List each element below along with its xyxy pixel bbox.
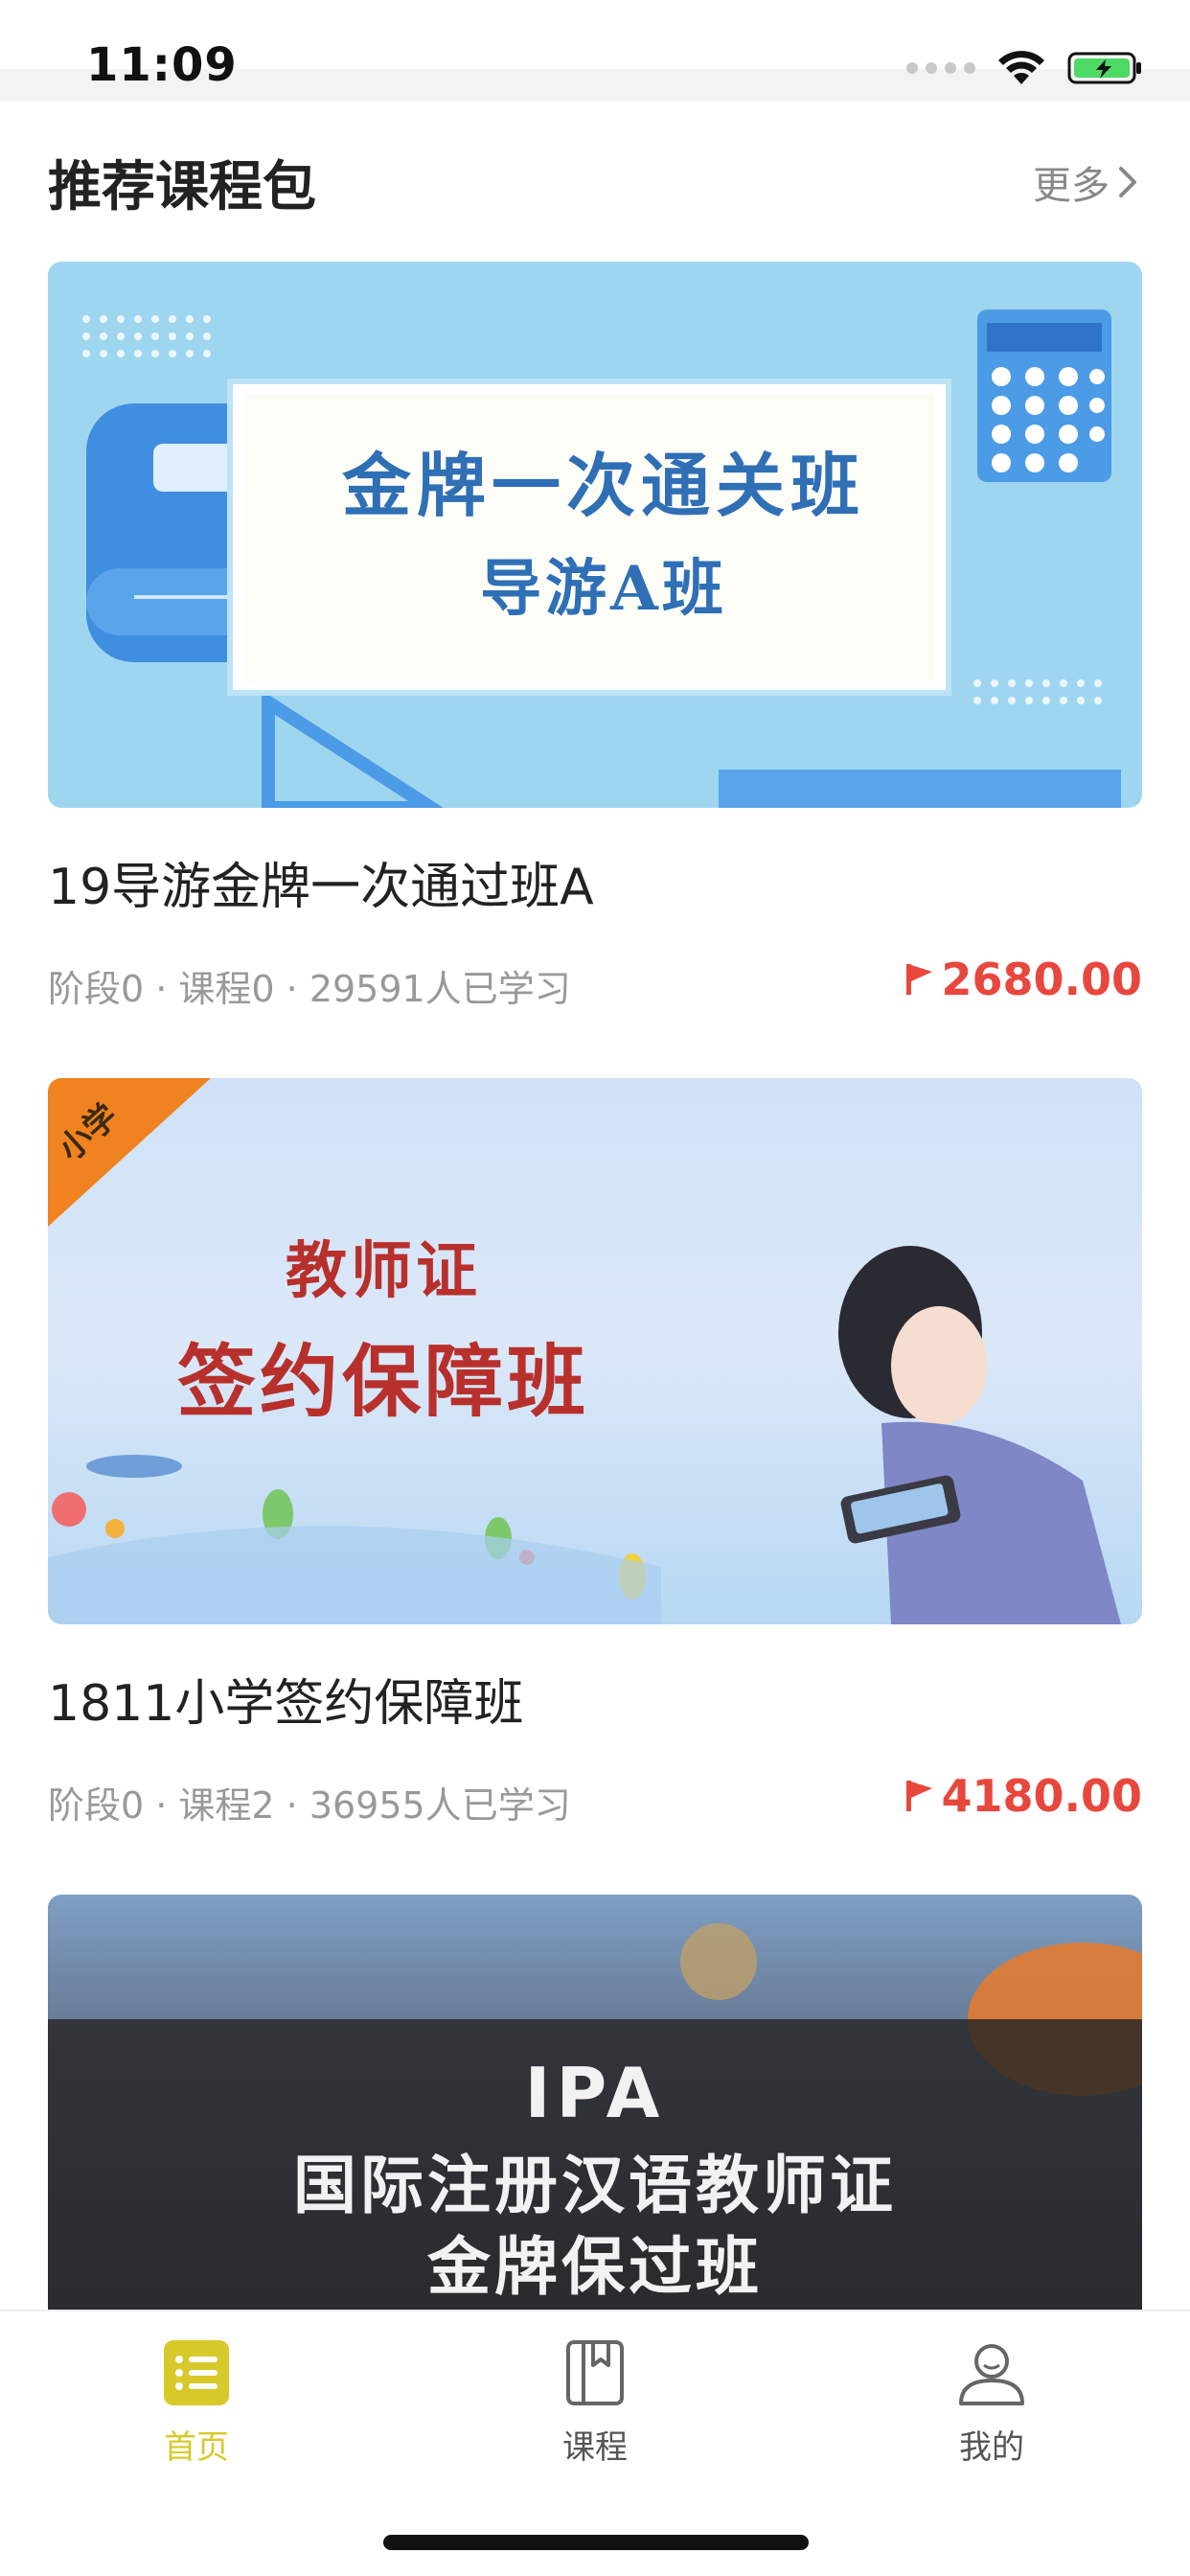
wifi-icon xyxy=(998,51,1044,84)
status-bar: 11:09 xyxy=(0,0,1190,102)
price-value: 2680.00 xyxy=(941,954,1142,1005)
chevron-right-icon xyxy=(1119,167,1136,197)
signal-icon xyxy=(906,62,975,74)
section-title: 推荐课程包 xyxy=(48,155,316,218)
more-label: 更多 xyxy=(1033,164,1110,208)
home-indicator[interactable] xyxy=(383,2535,809,2550)
course-meta: 阶段0 · 课程0 · 29591人已学习 xyxy=(48,968,571,1010)
course-banner[interactable]: 小学 教师证 签约保障班 xyxy=(48,1078,1142,1624)
course-card[interactable]: 金牌一次通关班 导游A班 19导游金牌一次通过班A 阶段0 · 课程0 · 29… xyxy=(48,262,1142,1010)
tab-label: 课程 xyxy=(562,2428,628,2467)
tab-label: 我的 xyxy=(959,2428,1024,2467)
course-banner[interactable]: IPA 国际注册汉语教师证 金牌保过班 xyxy=(48,1895,1142,2335)
course-card[interactable]: IPA 国际注册汉语教师证 金牌保过班 xyxy=(48,1895,1142,2335)
banner-text-3: 金牌保过班 xyxy=(427,2230,763,2304)
home-list-icon xyxy=(164,2340,229,2405)
tab-bar: 首页 课程 我的 xyxy=(0,2310,1190,2576)
course-card[interactable]: 小学 教师证 签约保障班 1811小学签约保障班 阶段0 · 课程2 · 369… xyxy=(48,1078,1142,1827)
banner-text-1: IPA xyxy=(524,2053,666,2133)
course-title[interactable]: 19导游金牌一次通过班A xyxy=(48,846,594,918)
tab-profile[interactable]: 我的 xyxy=(896,2338,1087,2468)
course-title[interactable]: 1811小学签约保障班 xyxy=(48,1663,523,1735)
course-price: 4180.00 xyxy=(903,1770,1142,1822)
banner-text-2: 导游A班 xyxy=(480,553,727,625)
banner-text-2: 国际注册汉语教师证 xyxy=(293,2149,897,2222)
course-price: 2680.00 xyxy=(903,954,1142,1005)
course-meta: 阶段0 · 课程2 · 36955人已学习 xyxy=(48,1784,571,1827)
banner-text-1: 金牌一次通关班 xyxy=(341,445,865,526)
price-flag-icon xyxy=(906,1781,933,1811)
book-icon xyxy=(566,2340,624,2405)
status-time: 11:09 xyxy=(86,38,238,92)
banner-text-2: 签约保障班 xyxy=(176,1337,589,1428)
tab-home[interactable]: 首页 xyxy=(101,2338,292,2468)
user-icon xyxy=(959,2344,1024,2405)
course-banner[interactable]: 金牌一次通关班 导游A班 xyxy=(48,262,1142,808)
section-header: 推荐课程包 更多 xyxy=(48,144,1142,220)
banner-text-1: 教师证 xyxy=(286,1236,481,1307)
more-link[interactable]: 更多 xyxy=(1033,154,1142,210)
tab-courses[interactable]: 课程 xyxy=(499,2338,691,2468)
banner-graphic xyxy=(82,310,1121,808)
status-icons xyxy=(906,50,1144,86)
tab-label: 首页 xyxy=(164,2428,229,2467)
price-flag-icon xyxy=(906,964,933,995)
price-value: 4180.00 xyxy=(941,1770,1142,1822)
battery-icon xyxy=(1067,52,1141,84)
